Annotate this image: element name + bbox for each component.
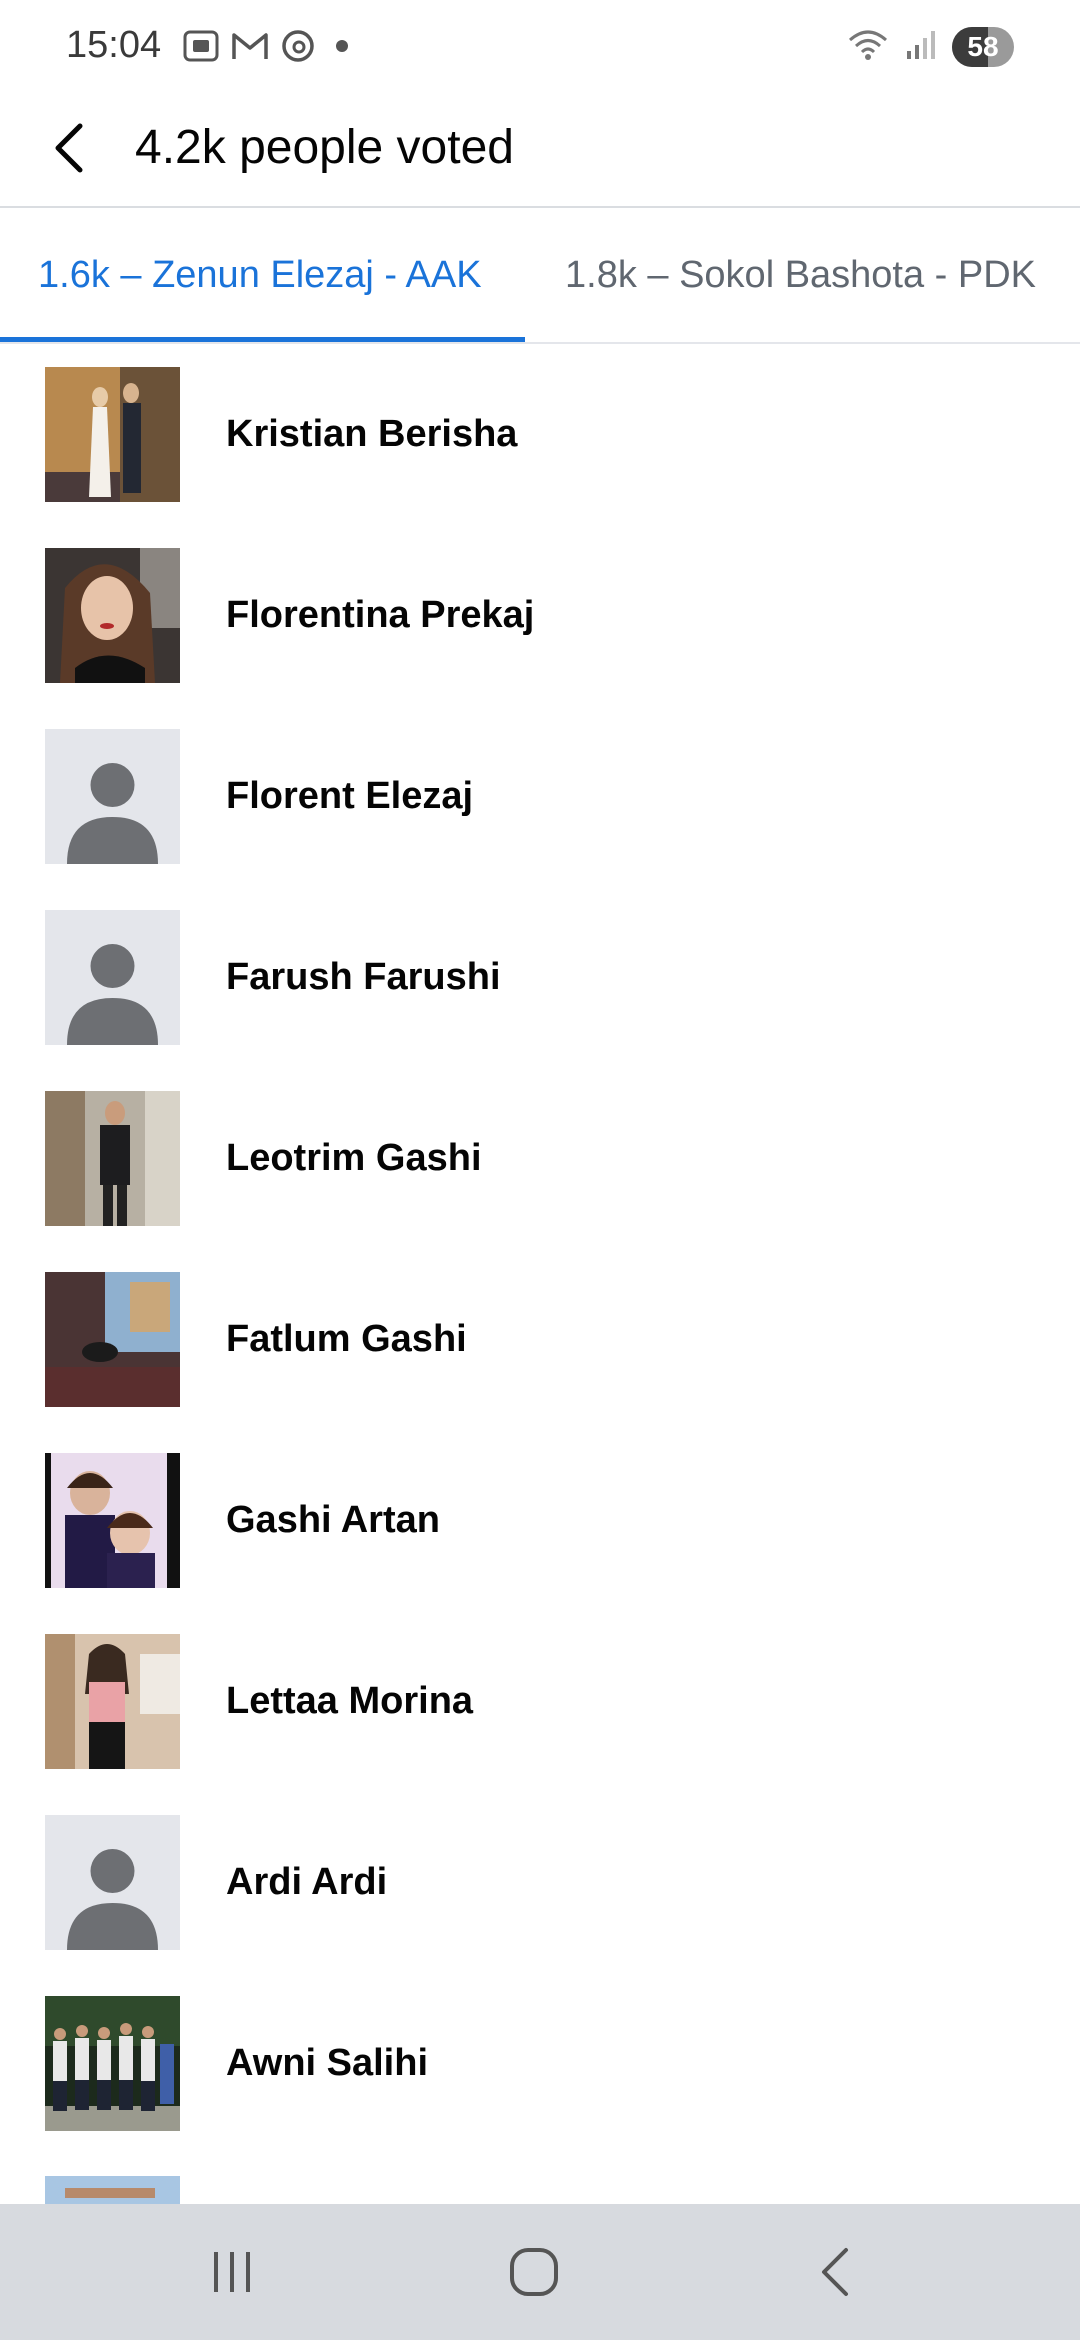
system-back-icon <box>822 2248 848 2296</box>
list-item[interactable]: Florentina Prekaj <box>0 525 1080 706</box>
system-back-button[interactable] <box>796 2238 876 2306</box>
home-button[interactable] <box>494 2238 574 2306</box>
voter-name: Ardi Ardi <box>226 1861 388 1903</box>
status-bar: 15:04 58 <box>0 0 1080 96</box>
voter-name: Fatlum Gashi <box>226 1318 467 1360</box>
signal-icon <box>904 27 938 66</box>
avatar <box>45 1453 180 1588</box>
recent-apps-icon <box>214 2252 250 2292</box>
voter-name: Awni Salihi <box>226 2042 429 2084</box>
avatar <box>45 1815 180 1950</box>
back-button[interactable] <box>40 118 100 178</box>
notification-icons <box>182 28 348 64</box>
battery-indicator: 58 <box>952 26 1014 67</box>
screen: 15:04 58 4.2k people voted 1.6k – Zenun … <box>0 0 1080 2340</box>
option-tabs: 1.6k – Zenun Elezaj - AAK 1.8k – Sokol B… <box>0 208 1080 344</box>
voter-name: Gashi Artan <box>226 1499 440 1541</box>
list-item[interactable]: Lettaa Morina <box>0 1611 1080 1792</box>
system-icons: 58 <box>846 26 1014 67</box>
voter-name: Farush Farushi <box>226 956 501 998</box>
gmail-icon <box>230 29 270 63</box>
avatar <box>45 1272 180 1407</box>
default-avatar-icon <box>45 729 180 864</box>
back-arrow-icon <box>55 123 83 173</box>
home-icon <box>510 2248 558 2296</box>
recent-apps-button[interactable] <box>192 2238 272 2306</box>
avatar <box>45 910 180 1045</box>
list-item[interactable]: Florent Elezaj <box>0 706 1080 887</box>
list-item[interactable]: Ardi Ardi <box>0 1792 1080 1973</box>
system-nav-bar <box>0 2204 1080 2340</box>
status-time: 15:04 <box>66 24 162 66</box>
list-item[interactable]: Awni Salihi <box>0 1973 1080 2154</box>
list-item[interactable]: Gashi Artan <box>0 1430 1080 1611</box>
voter-name: Florentina Prekaj <box>226 594 535 636</box>
more-notifications-dot <box>336 40 348 52</box>
avatar <box>45 1091 180 1226</box>
threads-icon <box>280 28 316 64</box>
voter-name: Florent Elezaj <box>226 775 474 817</box>
avatar <box>45 548 180 683</box>
tab-sokol-bashota[interactable]: 1.8k – Sokol Bashota - PDK <box>565 208 1036 342</box>
list-item[interactable]: Fatlum Gashi <box>0 1249 1080 1430</box>
header: 4.2k people voted <box>0 96 1080 208</box>
list-item[interactable]: Farush Farushi <box>0 887 1080 1068</box>
avatar <box>45 729 180 864</box>
list-item[interactable]: Leotrim Gashi <box>0 1068 1080 1249</box>
selected-tab-indicator <box>0 337 525 342</box>
avatar <box>45 1634 180 1769</box>
tab-zenun-elezaj[interactable]: 1.6k – Zenun Elezaj - AAK <box>38 208 482 342</box>
voter-name: Leotrim Gashi <box>226 1137 482 1179</box>
battery-percent: 58 <box>967 30 999 62</box>
avatar <box>45 367 180 502</box>
default-avatar-icon <box>45 910 180 1045</box>
list-item[interactable]: Kristian Berisha <box>0 344 1080 525</box>
screenshot-icon <box>182 28 220 64</box>
voter-list: Kristian Berisha Florentina Prekaj Flore… <box>0 344 1080 2335</box>
page-title: 4.2k people voted <box>135 121 514 174</box>
voter-name: Lettaa Morina <box>226 1680 474 1722</box>
wifi-icon <box>846 26 890 67</box>
default-avatar-icon <box>45 1815 180 1950</box>
avatar <box>45 1996 180 2131</box>
voter-name: Kristian Berisha <box>226 413 518 455</box>
